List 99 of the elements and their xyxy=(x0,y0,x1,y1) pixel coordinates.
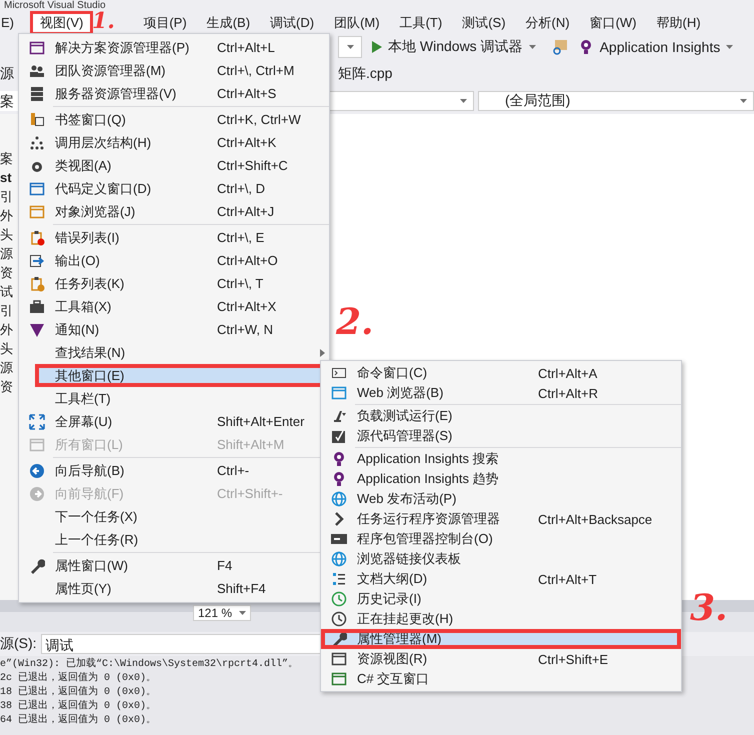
caret-icon xyxy=(740,99,747,103)
tree-item[interactable]: 外 xyxy=(0,207,18,225)
output-line: e”(Win32): 已加载“C:\Windows\System32\rpcrt4.dll”。 xyxy=(0,658,298,672)
output-line: 64 已退出，返回值为 0 (0x0)。 xyxy=(0,714,156,728)
windows-icon xyxy=(29,436,45,452)
menu-item[interactable]: 分析(N) xyxy=(516,11,580,35)
bookmark-icon xyxy=(29,112,45,128)
menu-item[interactable]: 书签窗口(Q) Ctrl+K, Ctrl+W xyxy=(19,108,329,131)
annotation-number: 3. xyxy=(690,590,728,626)
wrench-icon xyxy=(331,631,347,647)
tree-item[interactable]: st xyxy=(0,169,18,187)
tree-item[interactable]: 资 xyxy=(0,264,18,282)
back-icon xyxy=(29,462,45,478)
menu-item[interactable]: 项目(P) xyxy=(133,11,197,35)
clock-icon xyxy=(331,611,347,627)
forward-icon xyxy=(29,486,45,502)
console-icon xyxy=(331,365,347,381)
menu-item[interactable]: 任务运行程序资源管理器 Ctrl+Alt+Backsapce xyxy=(321,509,681,529)
globe-icon xyxy=(331,491,347,507)
tree-item[interactable]: 外 xyxy=(0,321,18,339)
output-line: 18 已退出，返回值为 0 (0x0)。 xyxy=(0,686,156,700)
tree-item[interactable]: 引 xyxy=(0,188,18,206)
terminal-icon xyxy=(331,531,347,547)
error-list-icon xyxy=(29,230,45,246)
bulb-icon xyxy=(331,471,347,487)
output-line: 38 已退出，返回值为 0 (0x0)。 xyxy=(0,700,156,714)
caret-icon xyxy=(239,611,246,615)
interactive-window-icon xyxy=(331,671,347,687)
menu-item[interactable]: 团队资源管理器(M) Ctrl+\, Ctrl+M xyxy=(19,59,329,82)
menu-item[interactable]: 窗口(W) xyxy=(580,11,647,35)
panel-title: 源 xyxy=(0,65,15,83)
search-field[interactable]: 案 xyxy=(0,91,18,111)
menu-item[interactable]: 服务器资源管理器(V) Ctrl+Alt+S xyxy=(19,82,329,105)
start-debugger-button[interactable]: 本地 Windows 调试器 xyxy=(370,38,538,56)
annotation-number: 1. xyxy=(92,10,115,32)
bulb-icon xyxy=(331,451,347,467)
tree-item[interactable]: 资 xyxy=(0,378,18,396)
menu-item[interactable]: 通知(N) Ctrl+W, N xyxy=(19,318,329,341)
menu-item[interactable]: 程序包管理器控制台(O) xyxy=(321,529,681,549)
menu-item[interactable]: 工具(T) xyxy=(390,11,452,35)
menu-item[interactable]: 调试(D) xyxy=(260,11,324,35)
tree-item[interactable]: 头 xyxy=(0,340,18,358)
document-tab[interactable]: 矩阵.cpp xyxy=(336,61,394,87)
toolbox-icon xyxy=(29,298,45,314)
globe-icon xyxy=(331,551,347,567)
solution-window-icon xyxy=(29,40,45,56)
tree-item[interactable]: 案 xyxy=(0,150,18,168)
funnel-icon xyxy=(29,322,45,338)
output-line: 2c 已退出，返回值为 0 (0x0)。 xyxy=(0,672,156,686)
menu-item[interactable]: 错误列表(I) Ctrl+\, E xyxy=(19,226,329,249)
caret-icon xyxy=(346,45,354,49)
menu-item[interactable]: 解决方案资源管理器(P) Ctrl+Alt+L xyxy=(19,36,329,59)
menu-item[interactable]: 对象浏览器(J) Ctrl+Alt+J xyxy=(19,200,329,223)
play-icon xyxy=(372,41,382,53)
menu-item[interactable]: 测试(S) xyxy=(452,11,516,35)
menu-item[interactable]: 类视图(A) Ctrl+Shift+C xyxy=(19,154,329,177)
people-icon xyxy=(29,62,45,78)
hierarchy-icon xyxy=(29,134,45,150)
menu-item[interactable]: 查找结果(N) xyxy=(19,341,329,364)
code-window-icon xyxy=(29,180,45,196)
menu-item[interactable]: C# 交互窗口 xyxy=(321,669,681,689)
window-title: Microsoft Visual Studio xyxy=(3,0,107,12)
menu-item[interactable]: E) xyxy=(0,11,24,35)
caret-icon xyxy=(726,45,734,49)
menu-item[interactable]: 历史记录(I) xyxy=(321,589,681,609)
menu-item[interactable]: 生成(B) xyxy=(196,11,260,35)
tree-item[interactable]: 头 xyxy=(0,226,18,244)
caret-icon xyxy=(528,45,536,49)
menu-item[interactable]: 任务列表(K) Ctrl+\, T xyxy=(19,272,329,295)
output-icon xyxy=(29,252,45,268)
task-list-icon xyxy=(29,276,45,292)
browser-icon xyxy=(331,385,347,401)
annotation-number: 2. xyxy=(336,304,374,340)
tree-item[interactable]: 试 xyxy=(0,283,18,301)
configuration-dropdown[interactable] xyxy=(338,36,362,58)
server-icon xyxy=(29,86,45,102)
menu-item[interactable]: 调用层次结构(H) Ctrl+Alt+K xyxy=(19,131,329,154)
wrench-icon xyxy=(29,558,45,574)
caret-icon xyxy=(460,99,467,103)
resource-view-icon xyxy=(331,651,347,667)
scope-dropdown[interactable]: (全局范围) xyxy=(478,91,754,111)
tree-item[interactable]: 引 xyxy=(0,302,18,320)
menu-item[interactable]: 输出(O) Ctrl+Alt+O xyxy=(19,249,329,272)
menu-item[interactable]: 团队(M) xyxy=(324,11,390,35)
menu-item[interactable]: 正在挂起更改(H) xyxy=(321,609,681,629)
checkbox-icon xyxy=(331,428,347,444)
menu-item[interactable]: 视图(V) xyxy=(30,11,94,35)
menu-item[interactable]: 帮助(H) xyxy=(646,11,711,35)
tree-item[interactable]: 源 xyxy=(0,359,18,377)
outline-icon xyxy=(331,571,347,587)
tree-item[interactable]: 源 xyxy=(0,245,18,263)
history-icon xyxy=(331,591,347,607)
application-insights-button[interactable]: Application Insights xyxy=(576,39,736,55)
menu-item[interactable]: 工具箱(X) Ctrl+Alt+X xyxy=(19,295,329,318)
source-label: 源(S): xyxy=(0,635,37,653)
expand-icon xyxy=(29,414,45,430)
menu-item[interactable]: 代码定义窗口(D) Ctrl+\, D xyxy=(19,177,329,200)
object-browser-icon xyxy=(29,204,45,220)
zoom-dropdown[interactable]: 121 % xyxy=(193,605,251,621)
